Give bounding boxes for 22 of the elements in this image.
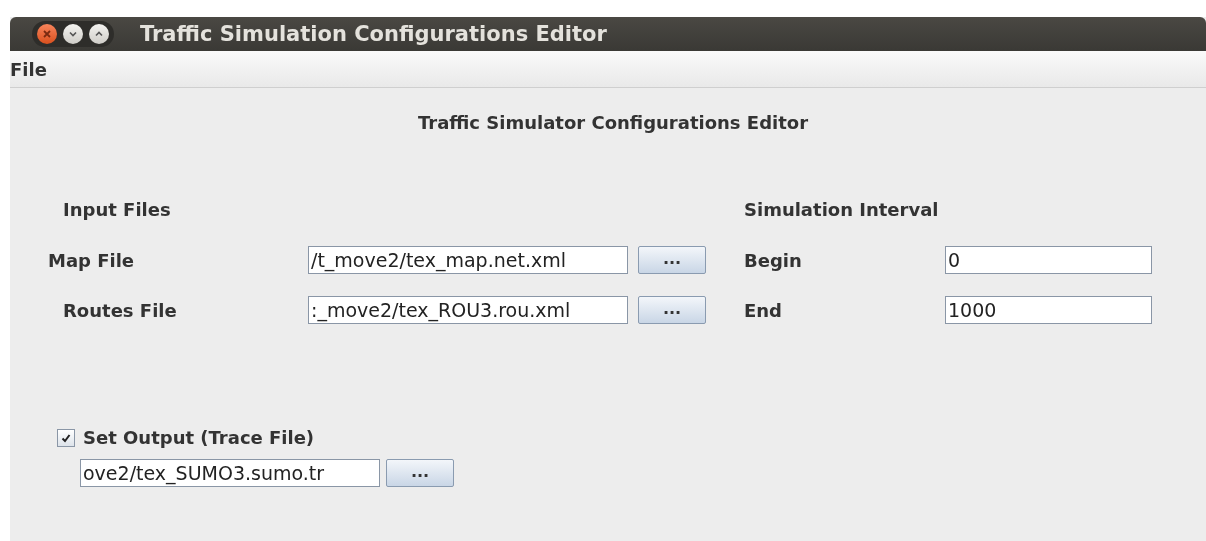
browse-button[interactable]: ... [638,246,706,274]
panel-heading: Traffic Simulator Configurations Editor [416,112,810,133]
input-field[interactable]: 0 [945,246,1152,274]
maximize-icon[interactable] [89,24,109,44]
close-icon[interactable] [37,24,57,44]
field-label: Routes File [63,299,178,321]
browse-button[interactable]: ... [386,459,454,487]
browse-button[interactable]: ... [638,296,706,324]
minimize-icon[interactable] [63,24,83,44]
field-label: Map File [48,249,136,271]
window-title: Traffic Simulation Configurations Editor [140,22,607,46]
section-title: Input Files [63,199,172,222]
section-title: Simulation Interval [744,199,940,222]
file-path-field[interactable]: :_move2/tex_ROU3.rou.xml [308,296,628,324]
checkbox[interactable] [57,428,75,447]
file-path-field[interactable]: /t_move2/tex_map.net.xml [308,246,628,274]
menu-item[interactable]: File [10,58,50,80]
input-field[interactable]: 1000 [945,296,1152,324]
file-path-field[interactable]: ove2/tex_SUMO3.sumo.tr [80,459,380,487]
field-label: Begin [744,249,803,271]
field-label: End [744,299,783,321]
checkbox-label[interactable]: Set Output (Trace File) [83,427,315,448]
